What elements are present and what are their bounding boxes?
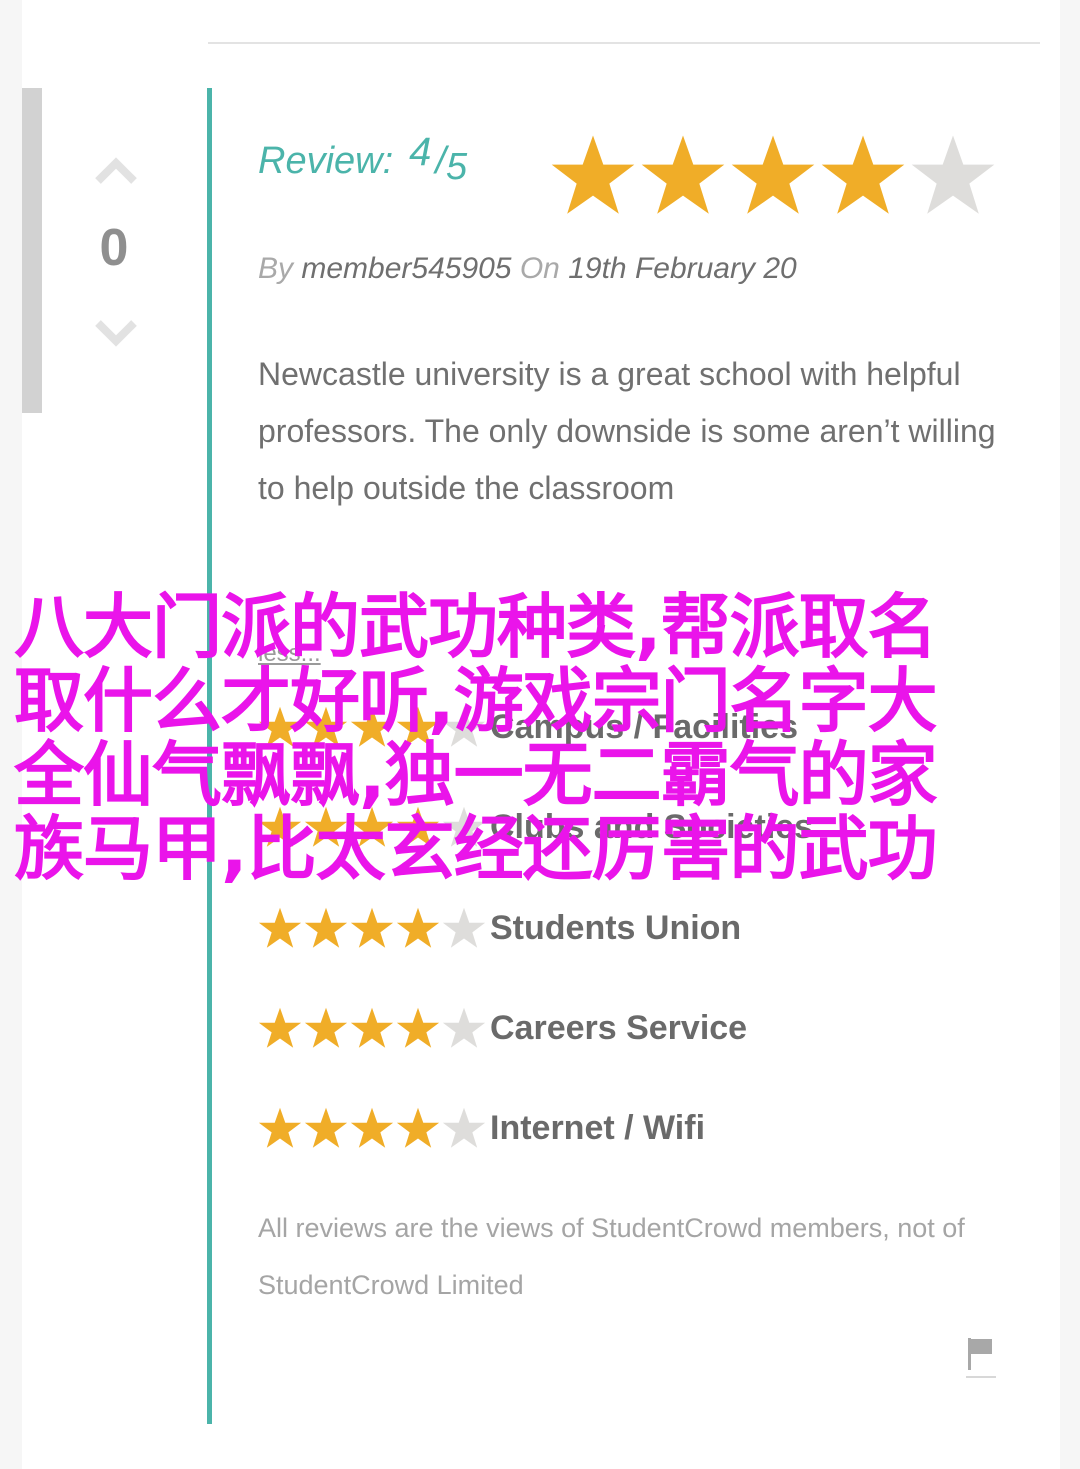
star-filled-icon xyxy=(258,907,302,948)
star-filled-icon xyxy=(258,1007,302,1048)
review-body: Newcastle university is a great school w… xyxy=(258,356,996,506)
review-label: Review: xyxy=(258,140,394,182)
upvote-button[interactable] xyxy=(88,150,144,190)
rating-row-internet: Internet / Wifi xyxy=(258,1103,705,1153)
chevron-down-icon xyxy=(95,320,137,347)
review-score: 4 xyxy=(409,130,432,174)
star-filled-icon xyxy=(350,1007,394,1048)
review-author[interactable]: member545905 xyxy=(301,252,511,285)
overlay-line: 族马甲,比太玄经还厉害的武功 xyxy=(14,808,938,890)
star-filled-icon xyxy=(731,135,815,214)
star-filled-icon xyxy=(821,135,905,214)
star-filled-icon xyxy=(350,1107,394,1148)
star-filled-icon xyxy=(304,1007,348,1048)
downvote-button[interactable] xyxy=(88,312,144,352)
review-max: 5 xyxy=(445,146,468,188)
rating-stars xyxy=(258,1006,490,1050)
star-filled-icon xyxy=(396,1107,440,1148)
disclaimer-text: All reviews are the views of StudentCrow… xyxy=(258,1213,965,1300)
flag-icon xyxy=(968,1338,992,1370)
vote-sidebar xyxy=(22,88,42,413)
rating-row-careers: Careers Service xyxy=(258,1003,747,1053)
review-slash: / xyxy=(435,140,446,182)
overlay-line: 全仙气飘飘,独一无二霸气的家 xyxy=(14,734,938,816)
star-filled-icon xyxy=(551,135,635,214)
rating-label: Careers Service xyxy=(490,1008,748,1047)
rating-stars xyxy=(258,1106,490,1150)
rating-row-students-union: Students Union xyxy=(258,903,741,953)
star-filled-icon xyxy=(396,1007,440,1048)
chevron-up-icon xyxy=(95,157,137,184)
vote-count: 0 xyxy=(99,219,129,277)
on-word: On xyxy=(519,252,560,285)
overlay-line: 取什么才好听,游戏宗门名字大 xyxy=(14,660,938,742)
overlay-line: 八大门派的武功种类,帮派取名 xyxy=(14,586,938,668)
star-filled-icon xyxy=(258,1107,302,1148)
star-filled-icon xyxy=(641,135,725,214)
star-filled-icon xyxy=(396,907,440,948)
rating-label: Internet / Wifi xyxy=(490,1108,706,1147)
report-flag-button[interactable] xyxy=(966,1334,996,1378)
review-date: 19th February 20 xyxy=(568,252,797,285)
review-byline: By member545905 On 19th February 20 xyxy=(258,252,797,286)
review-score-heading: Review: 4 / 5 xyxy=(258,130,468,198)
rating-label: Students Union xyxy=(490,908,742,947)
top-divider xyxy=(208,42,1040,44)
star-empty-icon xyxy=(442,907,486,948)
overall-star-rating xyxy=(550,132,996,218)
rating-stars xyxy=(258,906,490,950)
overlay-caption: 八大门派的武功种类,帮派取名 取什么才好听,游戏宗门名字大 全仙气飘飘,独一无二… xyxy=(14,590,1074,886)
star-filled-icon xyxy=(304,907,348,948)
star-filled-icon xyxy=(304,1107,348,1148)
star-filled-icon xyxy=(350,907,394,948)
star-empty-icon xyxy=(442,1007,486,1048)
by-word: By xyxy=(258,252,294,285)
star-empty-icon xyxy=(442,1107,486,1148)
star-empty-icon xyxy=(911,135,995,214)
